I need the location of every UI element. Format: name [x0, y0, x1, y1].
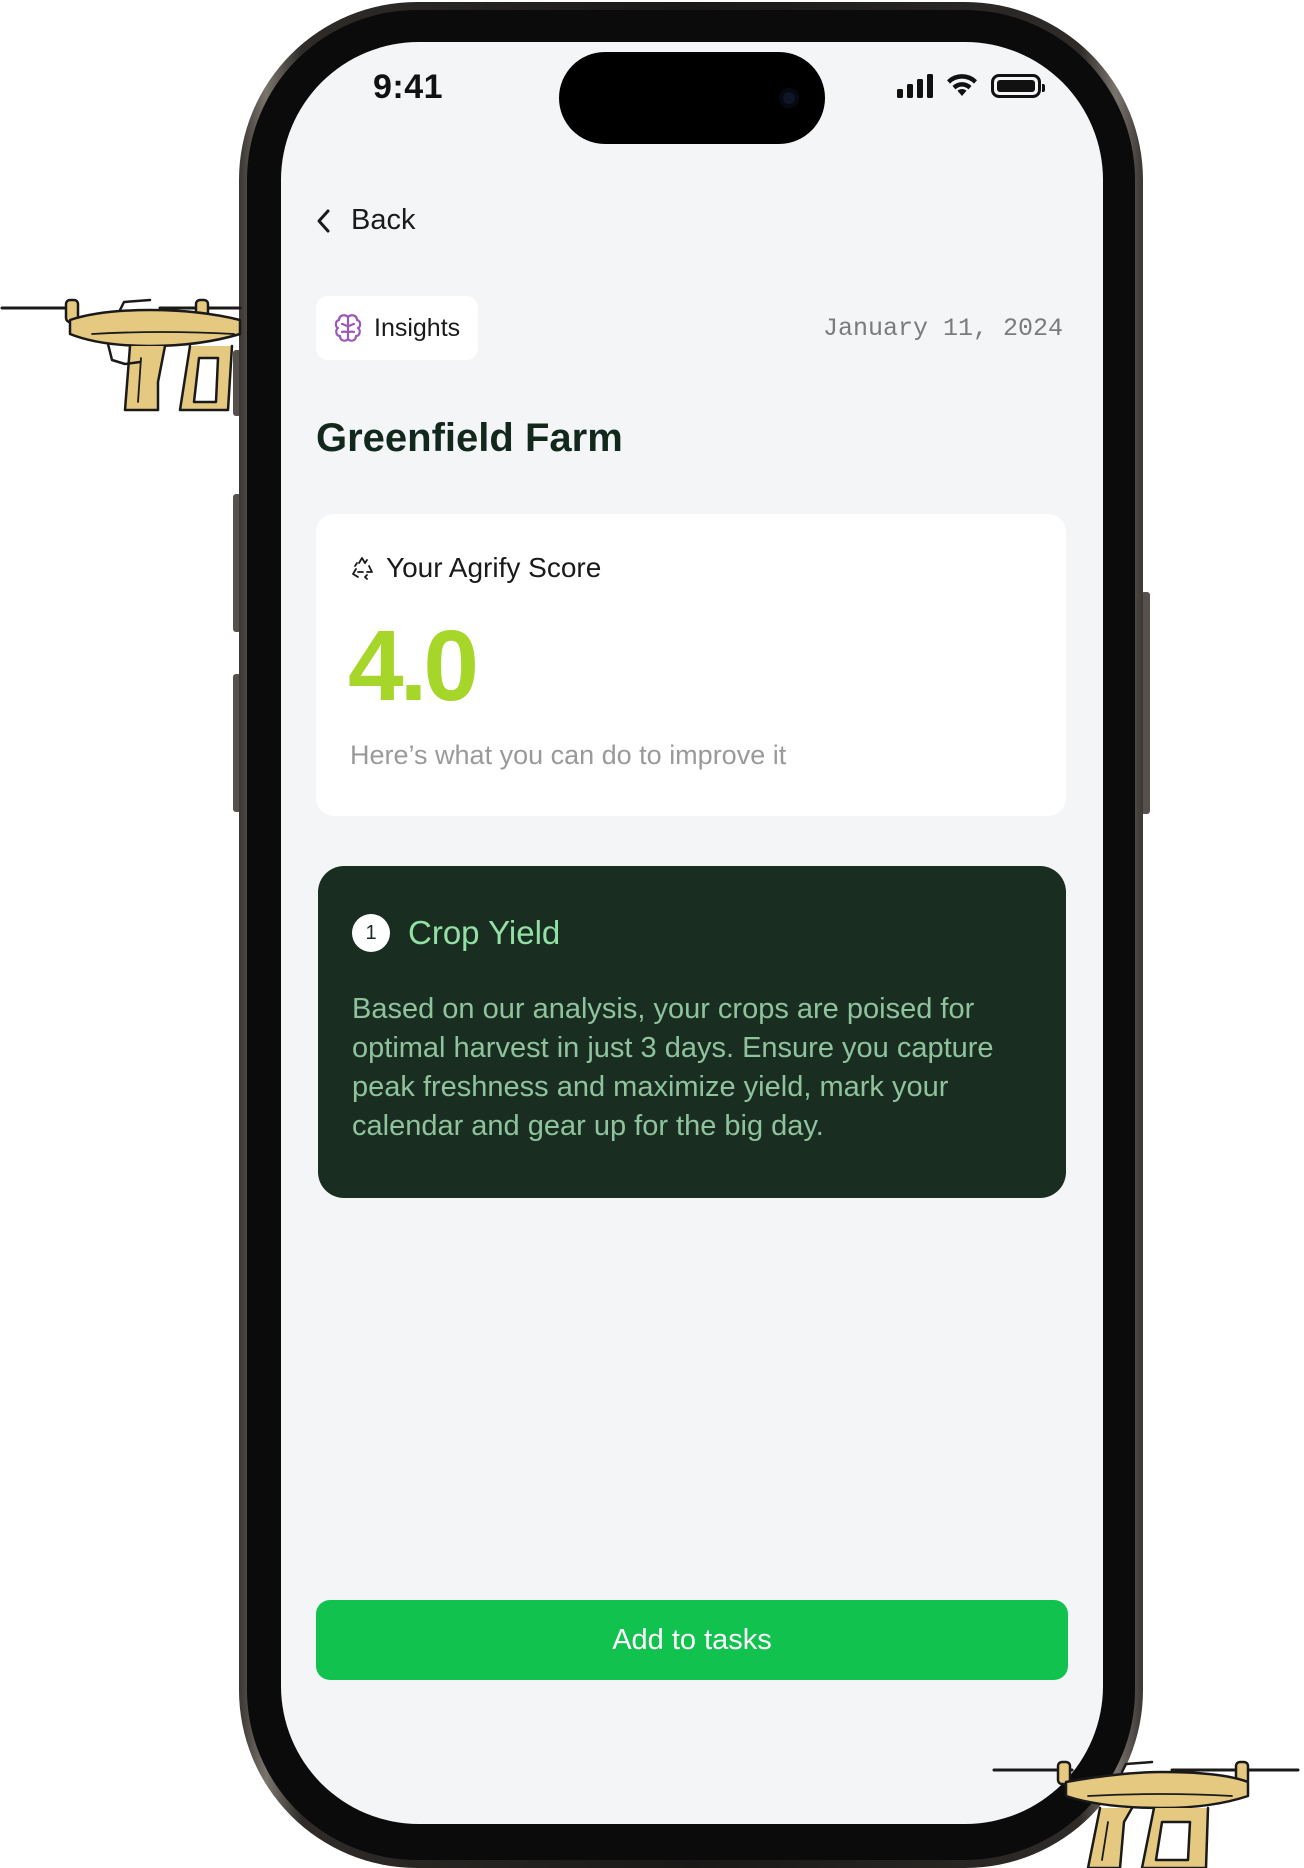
chevron-left-icon	[317, 209, 330, 232]
brain-icon	[334, 314, 362, 342]
insights-chip: Insights	[316, 296, 479, 360]
score-card-title: Your Agrify Score	[386, 552, 602, 583]
cellular-signal-icon	[897, 74, 933, 98]
insight-card: 1 Crop Yield Based on our analysis, your…	[318, 866, 1066, 1198]
insight-number-badge: 1	[352, 914, 390, 952]
front-camera	[779, 88, 799, 108]
dynamic-island	[559, 52, 825, 144]
insight-body: Based on our analysis, your crops are po…	[352, 993, 994, 1142]
status-time: 9:41	[373, 68, 444, 106]
stage: 9:41 Back Insights January 11, 2024 Gree…	[0, 0, 1304, 1868]
score-card: Your Agrify Score 4.0 Here’s what you ca…	[316, 514, 1066, 816]
wifi-icon	[947, 74, 977, 96]
insight-title: Crop Yield	[408, 914, 561, 951]
insight-card-header: 1 Crop Yield	[352, 914, 560, 952]
back-label: Back	[351, 204, 416, 236]
app-screen: 9:41 Back Insights January 11, 2024 Gree…	[281, 42, 1103, 1824]
score-card-subtitle: Here’s what you can do to improve it	[350, 740, 787, 770]
page-title: Greenfield Farm	[316, 416, 623, 460]
recycle-icon	[352, 557, 373, 580]
add-to-tasks-button[interactable]: Add to tasks	[316, 1600, 1068, 1680]
battery-icon	[991, 74, 1045, 98]
agrify-score-value: 4.0	[348, 610, 479, 722]
back-button[interactable]: Back	[315, 204, 415, 237]
drone-illustration-top-left	[0, 298, 242, 412]
status-icons	[897, 74, 1045, 98]
drone-illustration-bottom-right	[992, 1760, 1300, 1868]
insight-date: January 11, 2024	[822, 314, 1063, 343]
score-card-header: Your Agrify Score	[350, 552, 601, 584]
insights-chip-label: Insights	[374, 313, 461, 342]
